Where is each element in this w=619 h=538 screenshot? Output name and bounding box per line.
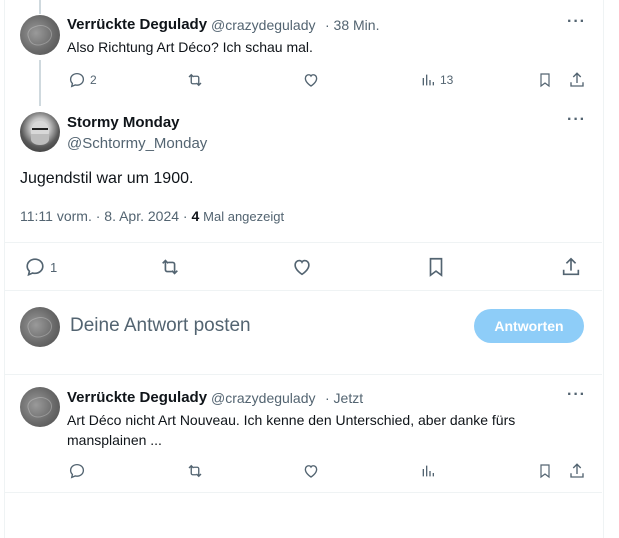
- repost-button[interactable]: [159, 256, 181, 278]
- bookmark-icon: [540, 464, 550, 479]
- views-count: 13: [440, 73, 454, 87]
- bookmark-button[interactable]: [537, 462, 553, 480]
- avatar[interactable]: [20, 112, 60, 152]
- author-name[interactable]: Verrückte Degulady: [67, 389, 207, 406]
- divider: [4, 242, 602, 243]
- tweet-timestamp: 11:11 vorm. · 8. Apr. 2024 · 4 Mal angez…: [20, 208, 284, 224]
- share-button[interactable]: [560, 256, 582, 278]
- bookmark-icon: [540, 73, 550, 88]
- author-handle[interactable]: @Schtormy_Monday: [67, 135, 207, 152]
- thread-line-top: [39, 0, 41, 14]
- heart-icon: [294, 259, 310, 276]
- repost-button[interactable]: [186, 71, 204, 89]
- tweet-text: Also Richtung Art Déco? Ich schau mal.: [67, 39, 313, 55]
- bookmark-button[interactable]: [425, 256, 447, 278]
- author-handle[interactable]: @crazydegulady: [211, 17, 316, 33]
- reply-input[interactable]: Deine Antwort posten: [70, 315, 251, 337]
- tweet-text: Art Déco nicht Art Nouveau. Ich kenne de…: [67, 412, 516, 448]
- divider: [4, 374, 602, 375]
- bookmark-button[interactable]: [537, 71, 553, 89]
- views-label: Mal angezeigt: [203, 209, 285, 224]
- more-options-button[interactable]: ···: [567, 13, 586, 31]
- author-name[interactable]: Stormy Monday: [67, 114, 180, 131]
- share-icon: [570, 463, 584, 478]
- reply-button[interactable]: 2: [68, 71, 97, 89]
- reply-icon: [26, 258, 44, 277]
- repost-button[interactable]: [186, 462, 204, 480]
- share-button[interactable]: [568, 462, 586, 480]
- like-button[interactable]: [302, 462, 320, 480]
- share-icon: [570, 72, 584, 87]
- views-icon: [422, 74, 434, 86]
- repost-icon: [188, 73, 202, 87]
- reply-button[interactable]: 1: [24, 256, 57, 278]
- heart-icon: [304, 74, 318, 87]
- avatar[interactable]: [20, 307, 60, 347]
- reply-icon: [69, 463, 85, 479]
- tweet-time[interactable]: · Jetzt: [325, 390, 363, 406]
- reply-button[interactable]: [68, 462, 86, 480]
- share-button[interactable]: [568, 71, 586, 89]
- reply-submit-button[interactable]: Antworten: [474, 309, 584, 343]
- avatar[interactable]: [20, 387, 60, 427]
- views-button[interactable]: 13: [420, 71, 453, 89]
- like-button[interactable]: [302, 71, 320, 89]
- thread-line-connector: [39, 60, 41, 106]
- tweet-text: Jugendstil war um 1900.: [20, 170, 194, 187]
- like-button[interactable]: [291, 256, 313, 278]
- bookmark-icon: [429, 257, 443, 277]
- heart-icon: [304, 465, 318, 478]
- timestamp-text[interactable]: 11:11 vorm. · 8. Apr. 2024 ·: [20, 208, 188, 224]
- reply-count: 2: [90, 73, 97, 87]
- views-icon: [422, 465, 434, 477]
- more-options-button[interactable]: ···: [567, 111, 586, 129]
- author-handle[interactable]: @crazydegulady: [211, 390, 316, 406]
- reply-icon: [69, 72, 85, 88]
- divider: [4, 492, 602, 493]
- share-icon: [562, 257, 580, 276]
- author-name[interactable]: Verrückte Degulady: [67, 16, 207, 33]
- divider: [4, 290, 602, 291]
- repost-icon: [188, 464, 202, 478]
- views-count: 4: [191, 208, 200, 224]
- views-button[interactable]: [420, 462, 436, 480]
- reply-count: 1: [50, 259, 58, 275]
- tweet-time[interactable]: · 38 Min.: [325, 17, 379, 33]
- more-options-button[interactable]: ···: [567, 386, 586, 404]
- repost-icon: [162, 259, 178, 275]
- avatar[interactable]: [20, 15, 60, 55]
